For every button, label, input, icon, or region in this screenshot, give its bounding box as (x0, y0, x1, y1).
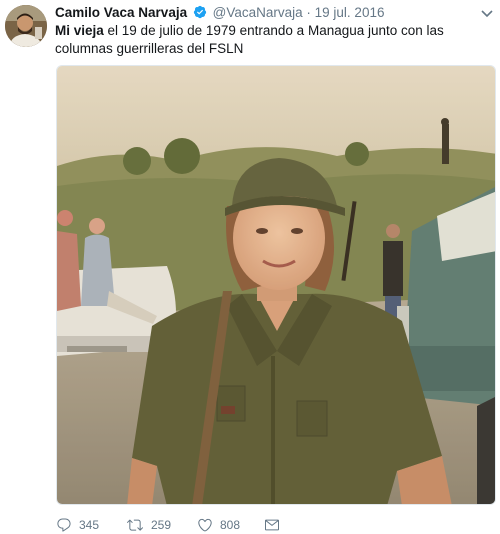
heart-icon (198, 518, 212, 532)
envelope-icon (265, 519, 279, 531)
tweet-header: Camilo Vaca Narvaja @VacaNarvaja · 19 ju… (55, 4, 472, 22)
tweet-photo[interactable] (56, 65, 496, 505)
user-handle[interactable]: @VacaNarvaja (213, 5, 303, 20)
direct-message-button[interactable] (264, 516, 287, 534)
retweet-button[interactable]: 259 (126, 516, 171, 534)
tweet-text-body: el 19 de julio de 1979 entrando a Managu… (55, 23, 444, 56)
photo-image (57, 66, 495, 504)
like-button[interactable]: 808 (197, 516, 240, 534)
reply-button[interactable]: 345 (56, 516, 99, 534)
retweet-count: 259 (151, 518, 172, 532)
display-name[interactable]: Camilo Vaca Narvaja (55, 5, 187, 20)
reply-icon (57, 518, 71, 532)
tweet-text-bold: Mi vieja (55, 23, 104, 38)
retweet-icon (127, 519, 143, 531)
avatar[interactable] (5, 5, 47, 47)
like-count: 808 (220, 518, 241, 532)
tweet: Camilo Vaca Narvaja @VacaNarvaja · 19 ju… (0, 0, 500, 534)
tweet-actions: 345 259 808 (56, 516, 496, 534)
reply-count: 345 (79, 518, 100, 532)
tweet-text: Mi vieja el 19 de julio de 1979 entrando… (55, 22, 485, 58)
tweet-date[interactable]: 19 jul. 2016 (315, 5, 385, 20)
chevron-down-icon[interactable] (480, 6, 494, 18)
avatar-image (5, 5, 47, 47)
separator-dot: · (306, 5, 311, 20)
